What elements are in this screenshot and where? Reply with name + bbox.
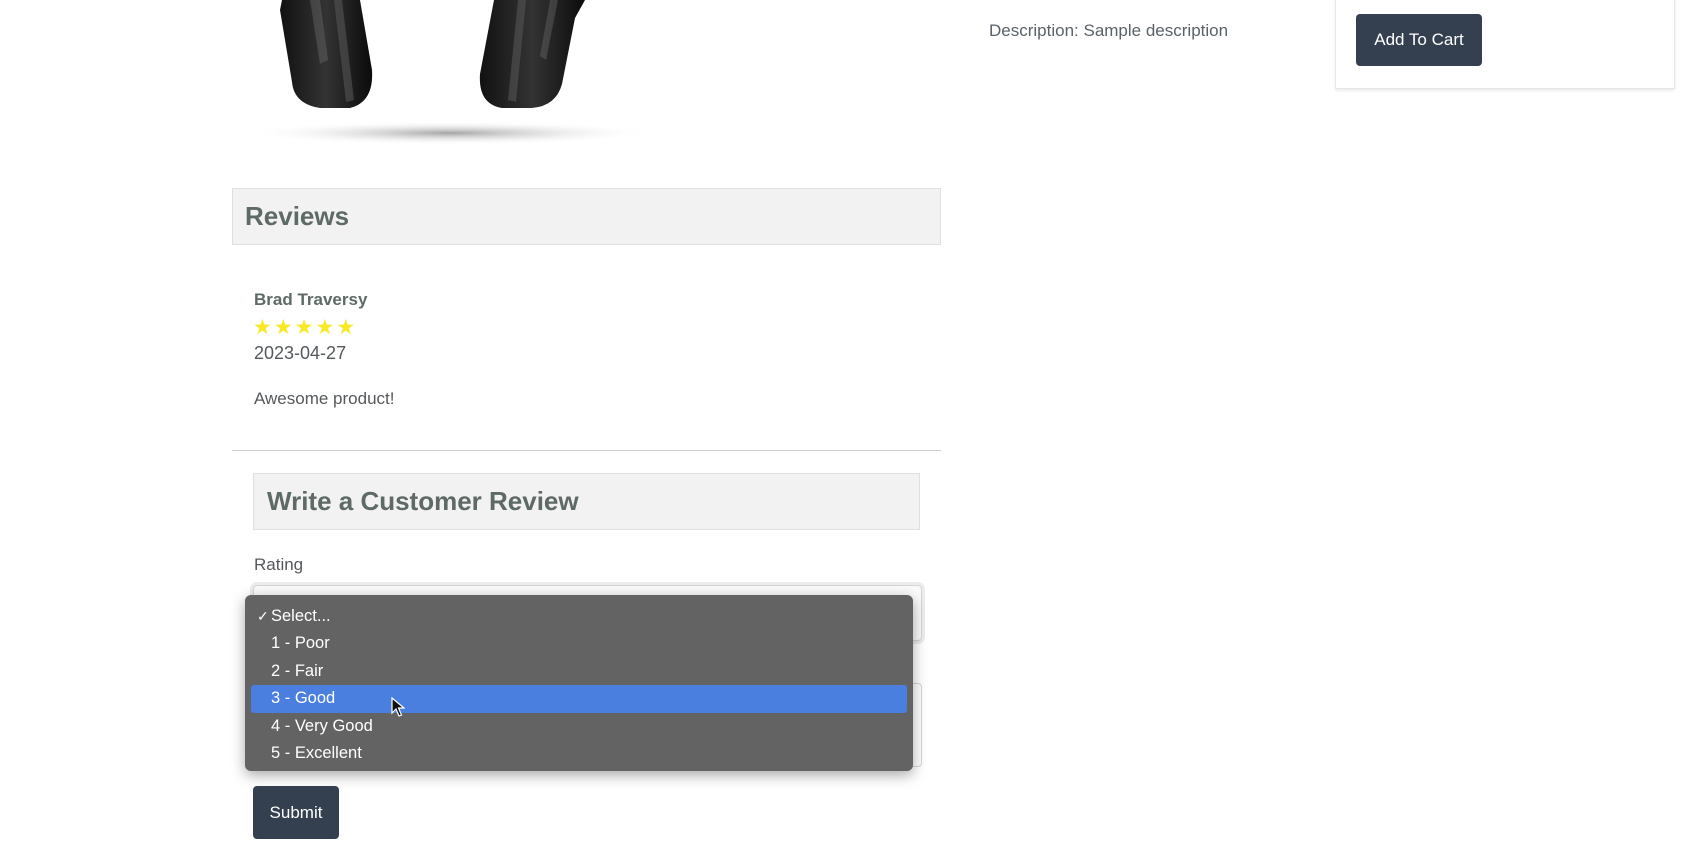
option-label: 2 - Fair	[271, 661, 324, 680]
option-label: 5 - Excellent	[271, 743, 362, 762]
cart-card: Add To Cart	[1335, 0, 1675, 89]
rating-option-4[interactable]: 4 - Very Good	[251, 713, 907, 740]
write-review-heading: Write a Customer Review	[253, 473, 920, 530]
rating-stars: ★ ★ ★ ★ ★	[253, 316, 355, 340]
review-comment: Awesome product!	[254, 389, 395, 408]
option-label: 1 - Poor	[271, 634, 330, 653]
divider	[232, 450, 941, 451]
rating-option-3[interactable]: 3 - Good	[251, 685, 907, 713]
product-image	[250, 0, 655, 145]
submit-button[interactable]: Submit	[253, 786, 339, 839]
mouse-pointer-icon	[391, 697, 405, 717]
star-icon: ★	[315, 316, 335, 339]
product-description: Description: Sample description	[989, 21, 1229, 40]
rating-option-1[interactable]: 1 - Poor	[251, 630, 907, 657]
option-label: 4 - Very Good	[271, 716, 373, 735]
option-label: Select...	[271, 607, 331, 625]
star-icon: ★	[253, 316, 272, 339]
checkmark-icon: ✓	[257, 608, 269, 624]
add-to-cart-button[interactable]: Add To Cart	[1356, 14, 1482, 66]
rating-label: Rating	[254, 555, 304, 574]
star-icon: ★	[336, 316, 356, 339]
rating-option-select[interactable]: ✓ Select...	[251, 603, 907, 630]
review-date: 2023-04-27	[254, 343, 347, 363]
star-icon: ★	[273, 316, 293, 339]
option-label: 3 - Good	[271, 689, 336, 708]
rating-option-2[interactable]: 2 - Fair	[251, 658, 907, 685]
rating-option-5[interactable]: 5 - Excellent	[251, 740, 907, 767]
star-icon: ★	[294, 316, 314, 339]
rating-dropdown-menu: ✓ Select... 1 - Poor 2 - Fair 3 - Good 4…	[245, 595, 913, 771]
reviewer-name: Brad Traversy	[254, 290, 368, 309]
reviews-heading: Reviews	[232, 188, 941, 245]
